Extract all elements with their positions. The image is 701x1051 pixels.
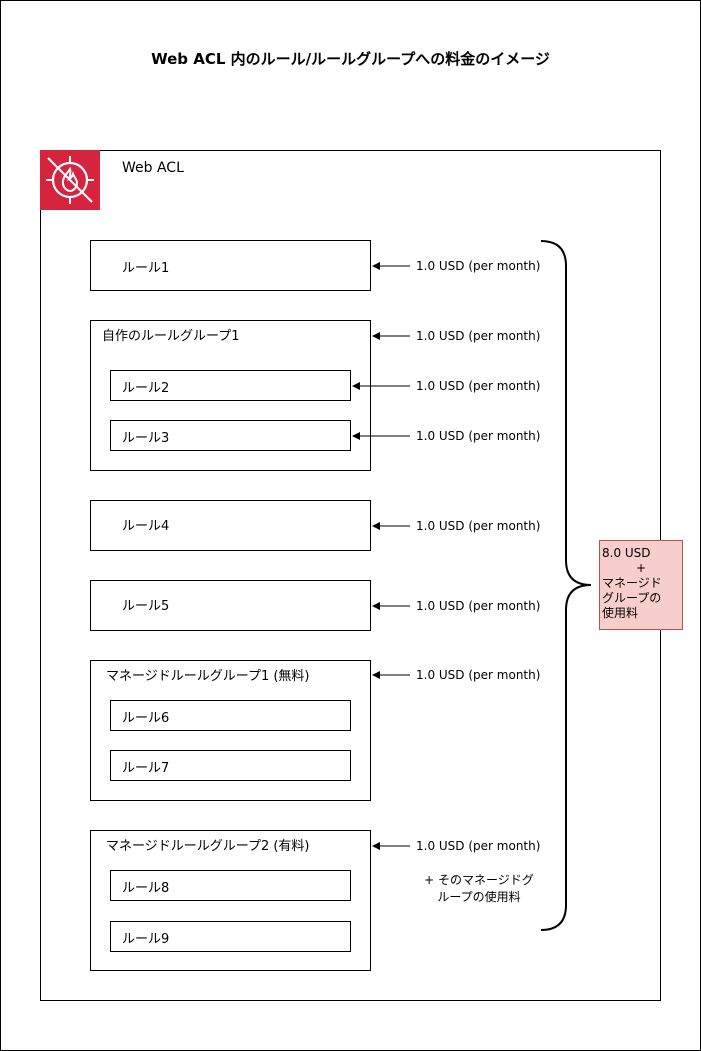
total-line: 使用料 bbox=[602, 606, 639, 620]
total-plus: + bbox=[635, 561, 647, 575]
total-amount: 8.0 USD bbox=[602, 546, 651, 560]
summation-brace bbox=[540, 240, 592, 931]
connectors-layer bbox=[352, 240, 592, 931]
total-line: グループの bbox=[602, 591, 662, 605]
total-cost-box: 8.0 USD + マネージド グループの 使用料 bbox=[599, 540, 683, 630]
total-line: マネージド bbox=[602, 576, 662, 590]
